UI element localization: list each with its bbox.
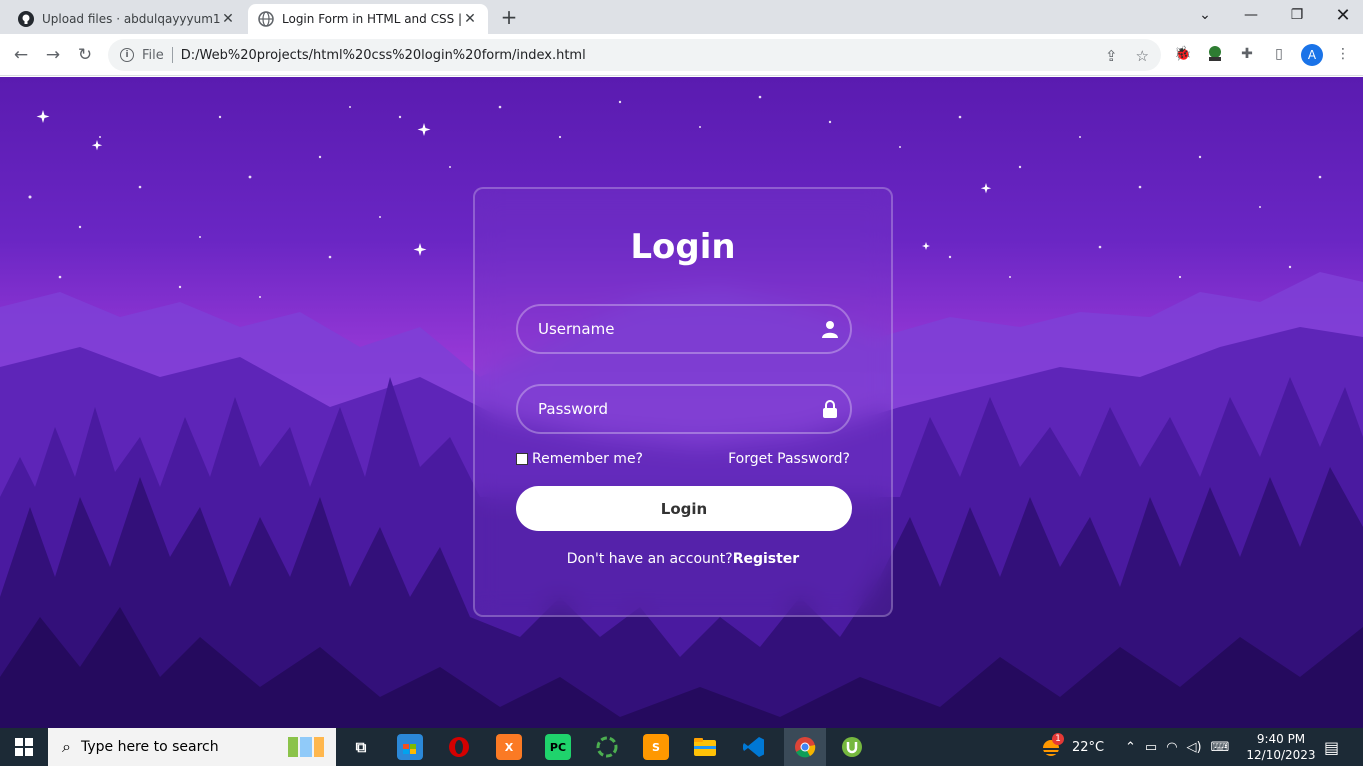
user-icon (810, 306, 850, 352)
html-extension-icon[interactable] (1205, 44, 1225, 64)
weather-temperature: 22°C (1072, 739, 1105, 755)
password-field[interactable] (516, 384, 852, 434)
tab-title: Login Form in HTML and CSS | C (282, 12, 462, 26)
reload-button[interactable]: ↻ (70, 40, 100, 70)
url-text[interactable]: D:/Web%20projects/html%20css%20login%20f… (181, 48, 586, 63)
globe-icon (258, 11, 274, 27)
register-prompt: Don't have an account?Register (475, 551, 891, 567)
login-button[interactable]: Login (516, 486, 852, 531)
lock-icon (810, 386, 850, 432)
minimize-button[interactable]: — (1228, 0, 1274, 30)
address-bar[interactable]: i File D:/Web%20projects/html%20css%20lo… (108, 39, 1161, 71)
login-heading: Login (630, 227, 736, 267)
task-view-icon[interactable]: ⧉ (348, 734, 374, 760)
close-tab-icon[interactable]: ✕ (220, 11, 236, 27)
system-tray: ⌃ ▭ ◠ ◁) ⌨ (1125, 728, 1229, 766)
weather-widget[interactable]: 1 22°C (1040, 728, 1104, 766)
browser-toolbar: ← → ↻ i File D:/Web%20projects/html%20cs… (0, 34, 1363, 76)
tab-github-upload[interactable]: Upload files · abdulqayyyum123 ✕ (8, 4, 246, 34)
search-highlight-illustration-icon (288, 737, 324, 757)
wifi-icon[interactable]: ◠ (1166, 740, 1177, 755)
menu-kebab-icon[interactable]: ⋮ (1333, 44, 1353, 64)
taskbar-search-box[interactable]: ⌕ Type here to search (48, 728, 336, 766)
github-icon (18, 11, 34, 27)
bookmark-star-icon[interactable]: ☆ (1136, 47, 1149, 65)
address-divider (171, 47, 173, 63)
close-tab-icon[interactable]: ✕ (462, 11, 478, 27)
xampp-icon[interactable]: X (496, 734, 522, 760)
site-info-icon[interactable]: i (120, 48, 134, 62)
remember-label: Remember me? (532, 451, 643, 467)
restore-button[interactable]: ❐ (1274, 0, 1320, 30)
chevron-up-icon[interactable]: ⌃ (1125, 740, 1136, 755)
microsoft-store-icon[interactable] (397, 734, 423, 760)
battery-icon[interactable]: ▭ (1145, 740, 1157, 755)
windows-start-icon[interactable] (0, 728, 48, 766)
opera-icon[interactable] (446, 734, 472, 760)
notification-icon[interactable]: ▤ (1324, 728, 1339, 766)
login-form-card: Login Remember me? Forget Password? Logi… (473, 187, 893, 617)
volume-icon[interactable]: ◁) (1187, 740, 1202, 755)
tab-title: Upload files · abdulqayyyum123 (42, 12, 220, 26)
file-explorer-icon[interactable] (692, 734, 718, 760)
weather-badge: 1 (1052, 733, 1064, 745)
remember-checkbox[interactable] (516, 453, 528, 465)
chrome-icon (795, 737, 816, 758)
profile-avatar[interactable]: A (1301, 44, 1323, 66)
back-button[interactable]: ← (6, 40, 36, 70)
register-prompt-text: Don't have an account? (566, 551, 733, 567)
clock-date: 12/10/2023 (1246, 748, 1316, 762)
sync-app-icon[interactable] (594, 734, 620, 760)
scheme-label: File (142, 47, 164, 63)
taskbar-clock[interactable]: 9:40 PM 12/10/2023 (1246, 731, 1316, 763)
search-icon: ⌕ (62, 737, 71, 756)
new-tab-button[interactable]: + (496, 6, 522, 28)
username-input[interactable] (518, 306, 810, 352)
share-icon[interactable]: ⇪ (1105, 47, 1118, 65)
page-viewport: Login Remember me? Forget Password? Logi… (0, 77, 1363, 728)
register-link[interactable]: Register (733, 551, 800, 567)
remember-me[interactable]: Remember me? (516, 451, 643, 467)
windows-taskbar: ⌕ Type here to search ⧉ X PC S 1 22°C ⌃ … (0, 728, 1363, 766)
chrome-taskbar-button[interactable] (784, 728, 826, 766)
extensions-puzzle-icon[interactable]: ✚ (1237, 44, 1257, 64)
tab-search-chevron-icon[interactable]: ⌄ (1182, 0, 1228, 30)
tab-strip: Upload files · abdulqayyyum123 ✕ Login F… (0, 0, 1363, 34)
bug-extension-icon[interactable]: 🐞 (1173, 44, 1193, 64)
vscode-icon[interactable] (741, 734, 767, 760)
side-panel-icon[interactable]: ▯ (1269, 44, 1289, 64)
taskbar-search-placeholder: Type here to search (80, 739, 219, 755)
keyboard-icon[interactable]: ⌨ (1211, 740, 1230, 755)
forward-button[interactable]: → (38, 40, 68, 70)
clock-time: 9:40 PM (1256, 732, 1306, 746)
tab-login-form[interactable]: Login Form in HTML and CSS | C ✕ (248, 4, 488, 34)
sublime-text-icon[interactable]: S (643, 734, 669, 760)
username-field[interactable] (516, 304, 852, 354)
forgot-password-link[interactable]: Forget Password? (728, 451, 850, 467)
close-window-button[interactable]: ✕ (1320, 0, 1363, 30)
weather-icon: 1 (1040, 733, 1064, 758)
utorrent-icon[interactable] (839, 734, 865, 760)
password-input[interactable] (518, 386, 810, 432)
pycharm-icon[interactable]: PC (545, 734, 571, 760)
